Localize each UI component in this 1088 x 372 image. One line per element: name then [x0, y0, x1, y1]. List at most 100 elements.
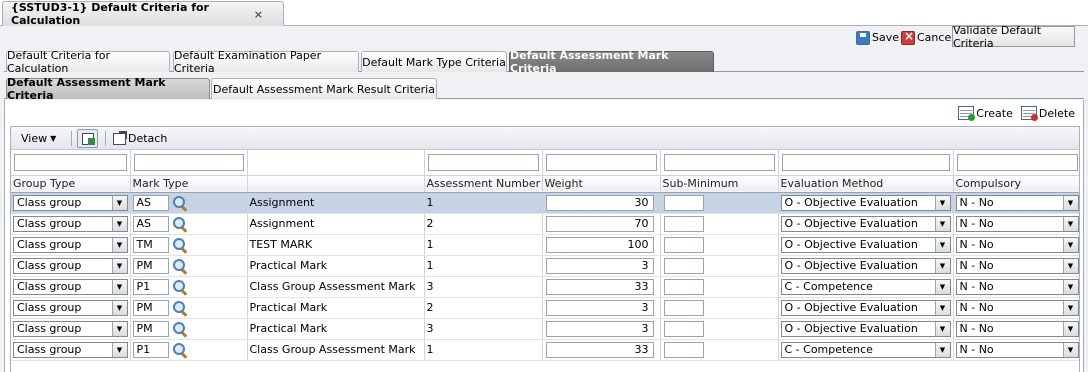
save-button[interactable]: Save — [856, 28, 899, 47]
group-type-select[interactable]: Class group ▼ — [13, 257, 128, 274]
evaluation-method-select[interactable]: O - Objective Evaluation ▼ — [780, 257, 951, 274]
weight-input[interactable]: 33 — [545, 278, 654, 295]
chevron-down-icon[interactable]: ▼ — [934, 258, 950, 273]
weight-input[interactable]: 70 — [545, 215, 654, 232]
column-header-mark-type[interactable]: Mark Type — [130, 175, 248, 193]
compulsory-select[interactable]: N - No ▼ — [955, 215, 1079, 232]
chevron-down-icon[interactable]: ▼ — [934, 342, 950, 357]
chevron-down-icon[interactable]: ▼ — [934, 216, 950, 231]
mark-type-input[interactable]: P1 — [132, 341, 169, 358]
chevron-down-icon[interactable]: ▼ — [111, 258, 127, 273]
create-button[interactable]: Create — [958, 106, 1013, 121]
filter-mark-type-input[interactable] — [133, 153, 244, 171]
window-tab[interactable]: {SSTUD3-1} Default Criteria for Calculat… — [2, 1, 284, 27]
column-header-sub-minimum[interactable]: Sub-Minimum — [660, 175, 779, 193]
table-row[interactable]: Class group ▼ PM Practical Mark 2 3 O - O… — [11, 297, 1079, 319]
table-row[interactable]: Class group ▼ AS Assignment 2 70 O - Obje… — [11, 213, 1079, 235]
tab-default-mark-type-criteria[interactable]: Default Mark Type Criteria — [361, 51, 507, 72]
mark-type-input[interactable]: PM — [132, 299, 169, 316]
validate-default-criteria-button[interactable]: Validate Default Criteria — [952, 24, 1075, 50]
group-type-select[interactable]: Class group ▼ — [13, 320, 128, 337]
chevron-down-icon[interactable]: ▼ — [934, 195, 950, 210]
sub-minimum-input[interactable] — [663, 278, 704, 295]
compulsory-select[interactable]: N - No ▼ — [955, 299, 1079, 316]
sub-minimum-input[interactable] — [663, 236, 704, 253]
chevron-down-icon[interactable]: ▼ — [111, 279, 127, 294]
subtab-default-assessment-mark-result-criteria[interactable]: Default Assessment Mark Result Criteria — [211, 78, 437, 99]
column-header-weight[interactable]: Weight — [542, 175, 661, 193]
mark-type-input[interactable]: PM — [132, 320, 169, 337]
chevron-down-icon[interactable]: ▼ — [1062, 216, 1078, 231]
chevron-down-icon[interactable]: ▼ — [1062, 342, 1078, 357]
sub-minimum-input[interactable] — [663, 215, 704, 232]
filter-group-type-input[interactable] — [14, 153, 127, 171]
close-icon[interactable]: × — [254, 8, 275, 21]
sub-minimum-input[interactable] — [663, 194, 704, 211]
evaluation-method-select[interactable]: O - Objective Evaluation ▼ — [780, 236, 951, 253]
evaluation-method-select[interactable]: O - Objective Evaluation ▼ — [780, 194, 951, 211]
subtab-default-assessment-mark-criteria[interactable]: Default Assessment Mark Criteria — [6, 76, 210, 102]
tab-default-assessment-mark-criteria[interactable]: Default Assessment Mark Criteria — [509, 49, 714, 75]
evaluation-method-select[interactable]: C - Competence ▼ — [780, 341, 951, 358]
evaluation-method-select[interactable]: O - Objective Evaluation ▼ — [780, 299, 951, 316]
search-icon[interactable] — [172, 300, 188, 316]
chevron-down-icon[interactable]: ▼ — [1062, 321, 1078, 336]
mark-type-input[interactable]: P1 — [132, 278, 169, 295]
search-icon[interactable] — [172, 279, 188, 295]
column-header-assessment-number[interactable]: Assessment Number — [424, 175, 543, 193]
search-icon[interactable] — [172, 342, 188, 358]
weight-input[interactable]: 3 — [545, 257, 654, 274]
filter-sub-minimum-input[interactable] — [663, 153, 775, 171]
search-icon[interactable] — [172, 195, 188, 211]
compulsory-select[interactable]: N - No ▼ — [955, 257, 1079, 274]
column-header-compulsory[interactable]: Compulsory — [953, 175, 1079, 193]
table-row[interactable]: Class group ▼ P1 Class Group Assessment M… — [11, 276, 1079, 298]
chevron-down-icon[interactable]: ▼ — [1062, 195, 1078, 210]
group-type-select[interactable]: Class group ▼ — [13, 236, 128, 253]
chevron-down-icon[interactable]: ▼ — [111, 321, 127, 336]
filter-weight-input[interactable] — [545, 153, 657, 171]
sub-minimum-input[interactable] — [663, 320, 704, 337]
tab-default-criteria-for-calculation[interactable]: Default Criteria for Calculation — [6, 49, 170, 75]
chevron-down-icon[interactable]: ▼ — [934, 237, 950, 252]
chevron-down-icon[interactable]: ▼ — [111, 195, 127, 210]
weight-input[interactable]: 3 — [545, 299, 654, 316]
compulsory-select[interactable]: N - No ▼ — [955, 320, 1079, 337]
group-type-select[interactable]: Class group ▼ — [13, 215, 128, 232]
chevron-down-icon[interactable]: ▼ — [1062, 300, 1078, 315]
evaluation-method-select[interactable]: O - Objective Evaluation ▼ — [780, 215, 951, 232]
detach-button[interactable]: Detach — [113, 130, 167, 147]
table-row[interactable]: Class group ▼ TM TEST MARK 1 100 O - Obje… — [11, 234, 1079, 256]
mark-type-input[interactable]: AS — [132, 194, 169, 211]
chevron-down-icon[interactable]: ▼ — [1062, 258, 1078, 273]
search-icon[interactable] — [172, 237, 188, 253]
table-row[interactable]: Class group ▼ PM Practical Mark 1 3 O - O… — [11, 255, 1079, 277]
column-header-group-type[interactable]: Group Type — [11, 175, 131, 193]
table-row[interactable]: Class group ▼ P1 Class Group Assessment M… — [11, 339, 1079, 361]
group-type-select[interactable]: Class group ▼ — [13, 194, 128, 211]
chevron-down-icon[interactable]: ▼ — [934, 279, 950, 294]
sub-minimum-input[interactable] — [663, 257, 704, 274]
chevron-down-icon[interactable]: ▼ — [111, 300, 127, 315]
weight-input[interactable]: 100 — [545, 236, 654, 253]
group-type-select[interactable]: Class group ▼ — [13, 299, 128, 316]
evaluation-method-select[interactable]: C - Competence ▼ — [780, 278, 951, 295]
filter-evaluation-method-input[interactable] — [781, 153, 950, 171]
compulsory-select[interactable]: N - No ▼ — [955, 341, 1079, 358]
table-row[interactable]: Class group ▼ PM Practical Mark 3 3 O - O… — [11, 318, 1079, 340]
sub-minimum-input[interactable] — [663, 341, 704, 358]
chevron-down-icon[interactable]: ▼ — [111, 237, 127, 252]
table-row[interactable]: Class group ▼ AS Assignment 1 30 O - Obje… — [11, 192, 1079, 214]
weight-input[interactable]: 30 — [545, 194, 654, 211]
group-type-select[interactable]: Class group ▼ — [13, 341, 128, 358]
chevron-down-icon[interactable]: ▼ — [1062, 237, 1078, 252]
compulsory-select[interactable]: N - No ▼ — [955, 194, 1079, 211]
filter-compulsory-input[interactable] — [956, 153, 1078, 171]
search-icon[interactable] — [172, 216, 188, 232]
mark-type-input[interactable]: TM — [132, 236, 169, 253]
cancel-button[interactable]: Cancel — [901, 28, 954, 47]
chevron-down-icon[interactable]: ▼ — [111, 216, 127, 231]
chevron-down-icon[interactable]: ▼ — [934, 321, 950, 336]
evaluation-method-select[interactable]: O - Objective Evaluation ▼ — [780, 320, 951, 337]
weight-input[interactable]: 33 — [545, 341, 654, 358]
